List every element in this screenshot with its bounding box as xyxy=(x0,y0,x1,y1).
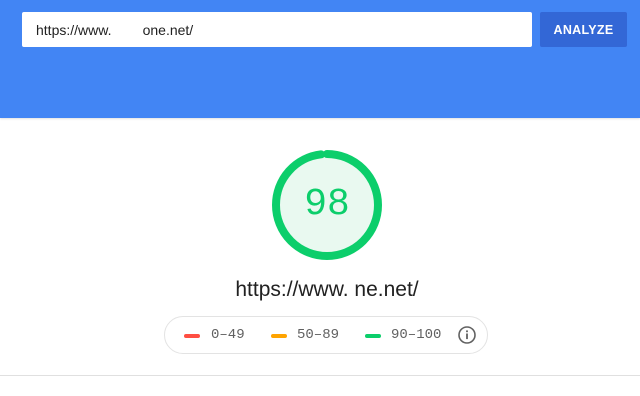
legend-pass-label: 90–100 xyxy=(391,327,442,343)
score-value: 98 xyxy=(304,183,350,226)
bottom-divider xyxy=(0,375,640,376)
pass-swatch xyxy=(365,334,381,338)
fail-swatch xyxy=(184,334,200,338)
legend-fail-label: 0–49 xyxy=(211,327,245,343)
header-band: ANALYZE xyxy=(0,0,640,118)
tested-url: https://www. ne.net/ xyxy=(235,278,419,301)
average-swatch xyxy=(271,334,287,338)
score-gauge: 98 xyxy=(270,148,384,262)
info-icon[interactable] xyxy=(458,326,476,344)
analyze-button[interactable]: ANALYZE xyxy=(540,12,627,47)
score-legend: 0–49 50–89 90–100 xyxy=(164,316,488,354)
legend-average-label: 50–89 xyxy=(297,327,340,343)
url-input[interactable] xyxy=(22,12,532,47)
page: ANALYZE 98 https://www. ne.net/ 0–49 50–… xyxy=(0,0,640,396)
